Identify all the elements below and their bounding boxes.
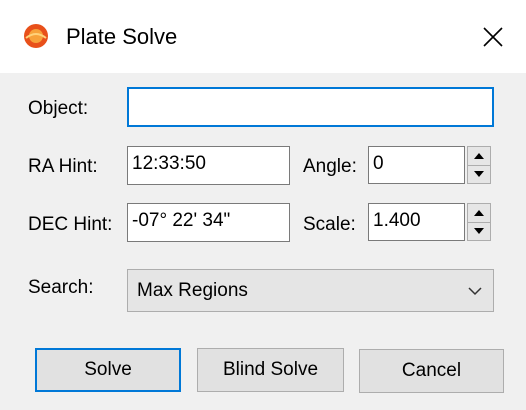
app-icon: [22, 22, 50, 50]
angle-spin-up[interactable]: [468, 147, 490, 166]
dec-hint-label: DEC Hint:: [28, 214, 113, 235]
search-label: Search:: [28, 277, 94, 298]
scale-spin-down[interactable]: [468, 222, 490, 240]
close-icon: [483, 26, 503, 47]
blind-solve-button[interactable]: Blind Solve: [197, 348, 344, 392]
solve-button[interactable]: Solve: [35, 348, 181, 392]
search-dropdown[interactable]: Max Regions: [127, 269, 494, 312]
arrow-up-icon: [474, 210, 484, 216]
arrow-down-icon: [474, 228, 484, 234]
ra-hint-label: RA Hint:: [28, 156, 98, 177]
window-title: Plate Solve: [66, 24, 178, 49]
angle-input[interactable]: 0: [368, 146, 465, 184]
scale-spin-up[interactable]: [468, 204, 490, 223]
object-label: Object:: [28, 98, 89, 119]
angle-spinner[interactable]: [467, 146, 491, 184]
ra-hint-input[interactable]: 12:33:50: [127, 146, 290, 185]
scale-input[interactable]: 1.400: [368, 203, 465, 241]
scale-spinner[interactable]: [467, 203, 491, 241]
object-input[interactable]: [127, 87, 494, 127]
angle-spin-down[interactable]: [468, 165, 490, 183]
chevron-down-icon: [468, 287, 482, 296]
angle-label: Angle:: [303, 156, 357, 177]
scale-label: Scale:: [303, 214, 356, 235]
title-bar: Plate Solve: [0, 0, 526, 73]
search-selected-value: Max Regions: [137, 280, 248, 301]
arrow-up-icon: [474, 153, 484, 159]
dec-hint-input[interactable]: -07° 22' 34": [127, 203, 290, 242]
cancel-button[interactable]: Cancel: [359, 349, 504, 393]
arrow-down-icon: [474, 171, 484, 177]
close-button[interactable]: [460, 0, 526, 73]
